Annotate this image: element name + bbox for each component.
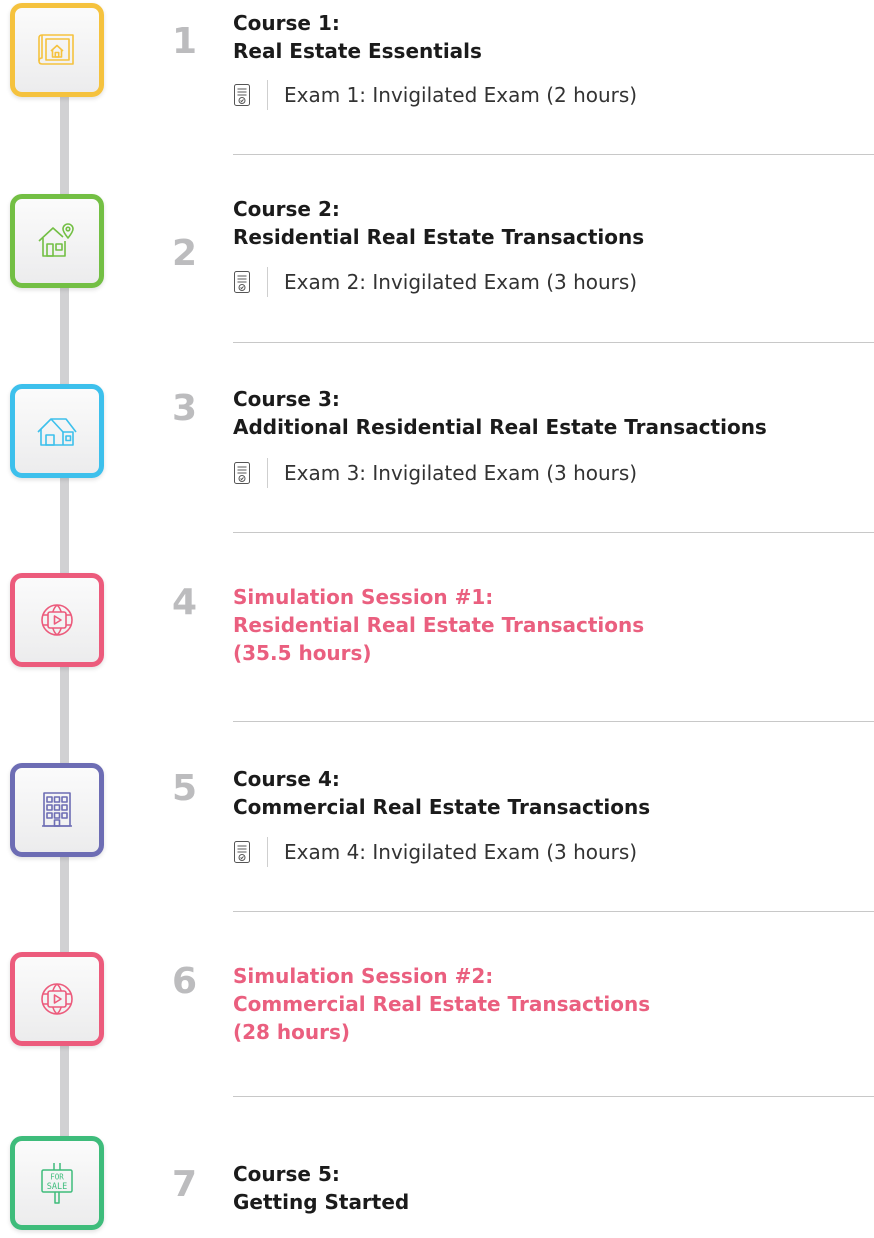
step-title: Course 2: Residential Real Estate Transa… [233, 195, 644, 251]
step-title-line: (28 hours) [233, 1020, 351, 1044]
step-title: Course 5: Getting Started [233, 1160, 409, 1216]
step-tile-6 [10, 952, 104, 1046]
step-title-line: Course 3: [233, 387, 340, 411]
office-building-icon [42, 792, 72, 827]
step-title-line: Course 2: [233, 197, 340, 221]
step-title-line: Course 4: [233, 767, 340, 791]
exam-separator [267, 837, 268, 867]
section-divider [233, 1096, 874, 1097]
step-number: 2 [172, 233, 198, 274]
section-divider [233, 721, 874, 722]
section-divider [233, 532, 874, 533]
blueprint-house-icon [38, 34, 74, 65]
exam-label: Exam 1: Invigilated Exam (2 hours) [284, 83, 638, 107]
step-title: Simulation Session #2: Commercial Real E… [233, 962, 650, 1046]
step-title: Course 1: Real Estate Essentials [233, 9, 482, 65]
section-divider [233, 154, 874, 155]
step-title-line: Course 5: [233, 1162, 340, 1186]
step-title-line: Additional Residential Real Estate Trans… [233, 415, 767, 439]
exam-row: Exam 4: Invigilated Exam (3 hours) [234, 837, 637, 867]
house-location-pin-icon [38, 223, 74, 257]
exam-row: Exam 3: Invigilated Exam (3 hours) [234, 458, 637, 488]
step-title-line: Residential Real Estate Transactions [233, 613, 645, 637]
video-globe-icon [41, 983, 73, 1015]
exam-separator [267, 458, 268, 488]
exam-checklist-icon [234, 462, 250, 484]
step-title-line: Simulation Session #2: [233, 964, 494, 988]
house-icon [37, 418, 77, 446]
step-title-line: Course 1: [233, 11, 340, 35]
step-number: 4 [172, 582, 198, 623]
step-title: Simulation Session #1: Residential Real … [233, 583, 644, 667]
for-sale-sign-icon: FOR SALE [41, 1163, 73, 1204]
step-tile-2 [10, 194, 104, 288]
step-number: 6 [172, 961, 198, 1002]
step-title-line: Commercial Real Estate Transactions [233, 795, 651, 819]
exam-row: Exam 2: Invigilated Exam (3 hours) [234, 267, 637, 297]
step-number: 7 [172, 1164, 198, 1205]
step-number: 3 [172, 388, 198, 429]
step-title-line: Real Estate Essentials [233, 39, 482, 63]
step-title: Course 4: Commercial Real Estate Transac… [233, 765, 650, 821]
step-tile-1 [10, 3, 104, 97]
exam-row: Exam 1: Invigilated Exam (2 hours) [234, 80, 637, 110]
sign-text-for: FOR [50, 1173, 64, 1182]
step-tile-7: FOR SALE [10, 1136, 104, 1230]
step-title-line: Simulation Session #1: [233, 585, 494, 609]
step-title-line: Getting Started [233, 1190, 410, 1214]
step-title-line: Commercial Real Estate Transactions [233, 992, 651, 1016]
step-title-line: Residential Real Estate Transactions [233, 225, 645, 249]
step-tile-3 [10, 384, 104, 478]
step-title: Course 3: Additional Residential Real Es… [233, 385, 767, 441]
section-divider [233, 342, 874, 343]
exam-checklist-icon [234, 841, 250, 863]
exam-separator [267, 267, 268, 297]
step-tile-5 [10, 763, 104, 857]
step-tile-4 [10, 573, 104, 667]
exam-checklist-icon [234, 271, 250, 293]
exam-label: Exam 3: Invigilated Exam (3 hours) [284, 461, 638, 485]
exam-checklist-icon [234, 84, 250, 106]
exam-label: Exam 2: Invigilated Exam (3 hours) [284, 270, 638, 294]
exam-label: Exam 4: Invigilated Exam (3 hours) [284, 840, 638, 864]
sign-text-sale: SALE [47, 1182, 67, 1192]
step-title-line: (35.5 hours) [233, 641, 372, 665]
exam-separator [267, 80, 268, 110]
step-number: 5 [172, 768, 198, 809]
video-globe-icon [41, 604, 73, 636]
section-divider [233, 911, 874, 912]
step-number: 1 [172, 21, 198, 62]
